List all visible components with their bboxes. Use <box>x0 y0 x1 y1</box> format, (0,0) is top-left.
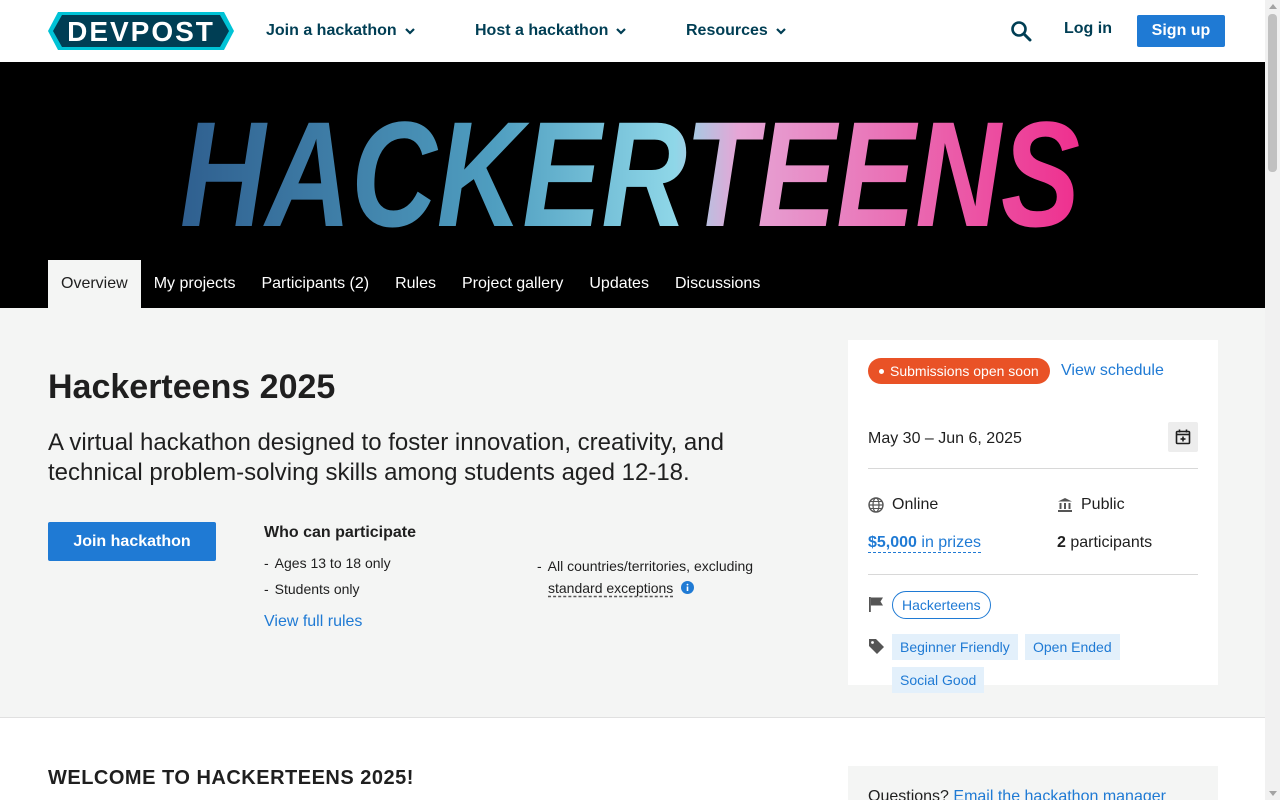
questions-prefix: Questions? <box>868 788 954 800</box>
tab-updates[interactable]: Updates <box>576 260 662 308</box>
nav-resources[interactable]: Resources <box>686 0 786 62</box>
signup-button[interactable]: Sign up <box>1137 15 1225 47</box>
join-hackathon-button[interactable]: Join hackathon <box>48 522 216 561</box>
info-icon[interactable] <box>681 581 695 594</box>
tab-project-gallery[interactable]: Project gallery <box>449 260 576 308</box>
visibility-info: Public <box>1057 496 1125 514</box>
hackathon-dates: May 30 – Jun 6, 2025 <box>868 430 1022 447</box>
search-icon[interactable] <box>1010 20 1032 42</box>
participants-count: 2 participants <box>1057 534 1152 552</box>
tag-beginner-friendly[interactable]: Beginner Friendly <box>892 634 1018 660</box>
tab-rules[interactable]: Rules <box>382 260 449 308</box>
banner-logo-text: HACKERTEENS <box>180 90 1080 244</box>
eligibility-text: Students only <box>274 581 360 597</box>
location-info: Online <box>868 496 938 514</box>
globe-icon <box>868 497 884 513</box>
page-title: Hackerteens 2025 <box>48 368 336 406</box>
tab-discussions[interactable]: Discussions <box>662 260 773 308</box>
hackathon-banner: HACKERTEENS Overview My projects Partici… <box>0 62 1265 308</box>
eligibility-text: All countries/territories, excluding <box>547 558 754 574</box>
tab-participants[interactable]: Participants (2) <box>248 260 382 308</box>
login-link[interactable]: Log in <box>1064 20 1112 38</box>
add-to-calendar-button[interactable] <box>1168 422 1198 452</box>
email-manager-link[interactable]: Email the hackathon manager <box>953 788 1166 800</box>
tag-icon <box>869 639 884 654</box>
hackathon-tabs: Overview My projects Participants (2) Ru… <box>48 260 773 308</box>
view-full-rules-link[interactable]: View full rules <box>264 613 362 631</box>
eligibility-item: - All countries/territories, excluding st… <box>537 558 754 596</box>
chevron-down-icon <box>776 28 786 35</box>
host-pill[interactable]: Hackerteens <box>892 591 991 619</box>
nav-join-label: Join a hackathon <box>266 22 397 39</box>
who-can-participate-heading: Who can participate <box>264 524 417 541</box>
scroll-down-arrow-icon[interactable] <box>1269 791 1277 796</box>
divider <box>868 574 1198 575</box>
logo-text: DEVPOST <box>67 16 215 47</box>
tag-open-ended[interactable]: Open Ended <box>1025 634 1120 660</box>
standard-exceptions-link[interactable]: standard exceptions <box>548 580 673 596</box>
questions-box: Questions? Email the hackathon manager <box>848 766 1218 800</box>
status-text: Submissions open soon <box>890 363 1039 379</box>
devpost-logo[interactable]: DEVPOST <box>48 12 234 50</box>
tab-my-projects[interactable]: My projects <box>141 260 249 308</box>
status-badge: Submissions open soon <box>868 358 1050 384</box>
prizes-link[interactable]: $5,000 in prizes <box>868 534 981 553</box>
tab-overview[interactable]: Overview <box>48 260 141 308</box>
location-text: Online <box>892 496 939 513</box>
page-scrollbar[interactable] <box>1265 0 1280 800</box>
hackathon-info-card: Submissions open soon View schedule May … <box>848 340 1218 693</box>
prize-suffix: in prizes <box>916 534 981 551</box>
flag-icon <box>869 597 883 612</box>
overview-section: Hackerteens 2025 A virtual hackathon des… <box>0 308 1265 718</box>
status-dot-icon <box>879 368 884 374</box>
scrollbar-thumb[interactable] <box>1268 14 1277 172</box>
hackathon-tagline: A virtual hackathon designed to foster i… <box>48 429 724 486</box>
eligibility-text: Ages 13 to 18 only <box>274 555 391 571</box>
nav-host-label: Host a hackathon <box>475 22 609 39</box>
divider <box>868 468 1198 469</box>
eligibility-item: - Students only <box>264 581 360 597</box>
participants-suffix: participants <box>1065 534 1153 551</box>
tag-social-good[interactable]: Social Good <box>892 667 985 693</box>
top-navbar: DEVPOST Join a hackathon Host a hackatho… <box>0 0 1265 62</box>
chevron-down-icon <box>616 28 627 35</box>
nav-host-hackathon[interactable]: Host a hackathon <box>475 0 627 62</box>
welcome-heading: WELCOME TO HACKERTEENS 2025! <box>48 767 414 789</box>
institution-icon <box>1058 498 1072 512</box>
hackerteens-banner-logo: HACKERTEENS <box>180 90 1080 244</box>
prize-amount: $5,000 <box>868 534 917 551</box>
chevron-down-icon <box>404 28 415 35</box>
view-schedule-link[interactable]: View schedule <box>1061 362 1164 380</box>
calendar-plus-icon <box>1175 429 1191 445</box>
participants-number: 2 <box>1057 534 1066 551</box>
nav-join-hackathon[interactable]: Join a hackathon <box>266 0 415 62</box>
nav-resources-label: Resources <box>686 22 768 39</box>
eligibility-item: - Ages 13 to 18 only <box>264 555 391 571</box>
visibility-text: Public <box>1081 496 1125 513</box>
scroll-up-arrow-icon[interactable] <box>1269 4 1277 9</box>
